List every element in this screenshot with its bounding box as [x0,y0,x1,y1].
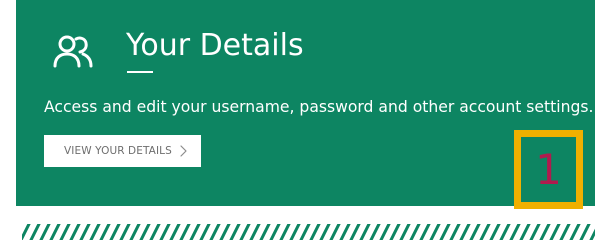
chevron-right-icon [180,145,187,157]
annotation-number: 1 [535,145,562,194]
view-your-details-button[interactable]: VIEW YOUR DETAILS [44,135,201,167]
panel-description: Access and edit your username, password … [44,98,594,116]
title-underline [127,71,153,73]
view-your-details-label: VIEW YOUR DETAILS [64,145,172,157]
annotation-callout: 1 [514,130,583,209]
hatch-divider [22,224,595,240]
users-icon [53,35,93,68]
page: Your Details Access and edit your userna… [0,0,595,240]
page-title: Your Details [126,28,304,63]
